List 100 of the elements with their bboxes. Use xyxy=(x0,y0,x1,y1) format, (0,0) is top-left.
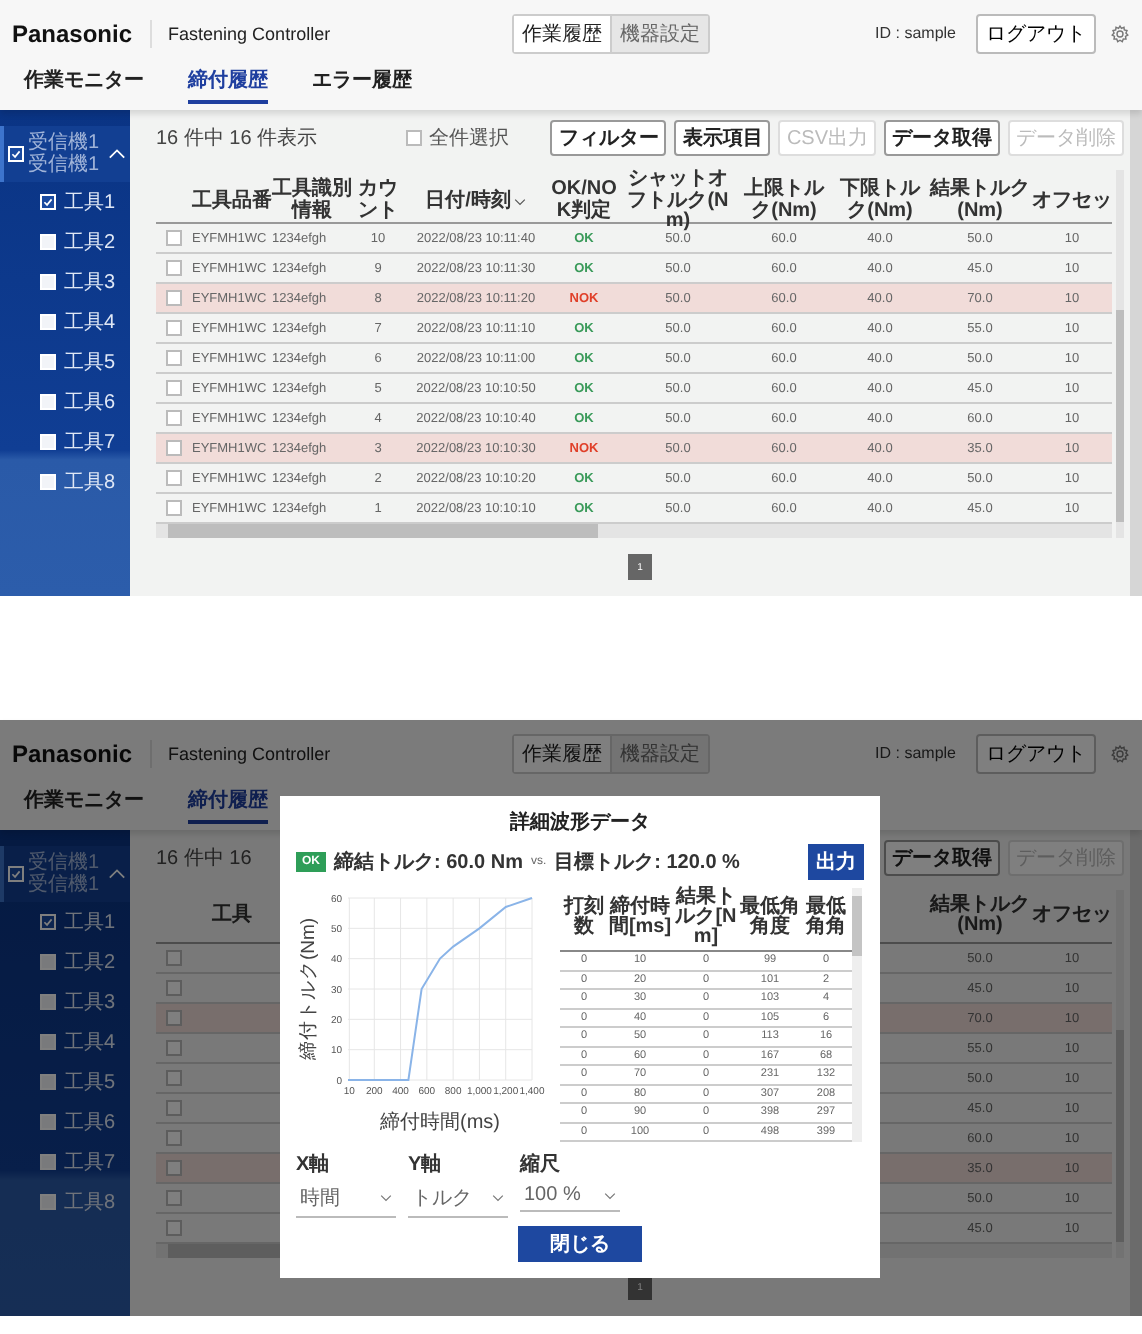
user-id: ID : sample xyxy=(875,744,956,762)
tool-label: 工具6 xyxy=(64,390,116,416)
toolbar-button[interactable]: 表示項目 xyxy=(674,120,771,156)
checkbox[interactable] xyxy=(166,980,182,996)
tab[interactable]: 締付履歴 xyxy=(188,786,268,824)
mode-button[interactable]: 作業履歴 xyxy=(514,15,613,51)
checkbox[interactable] xyxy=(166,1070,182,1086)
chevron-down-icon[interactable] xyxy=(514,197,527,206)
group-label: 受信機1 xyxy=(28,132,102,154)
scrollbar[interactable] xyxy=(1116,170,1124,538)
dropdown[interactable]: トルク xyxy=(408,1182,508,1218)
select-label: Y軸 xyxy=(408,1151,444,1178)
column-header[interactable]: オフセッ xyxy=(1032,905,1112,927)
dropdown[interactable]: 100 % xyxy=(520,1182,620,1212)
chevron-up-icon[interactable] xyxy=(108,148,126,160)
group-label: 受信機1 xyxy=(28,874,102,896)
logo: Panasonic xyxy=(12,19,153,47)
checkbox[interactable] xyxy=(166,1220,182,1236)
checkbox[interactable] xyxy=(166,470,182,486)
checkbox[interactable] xyxy=(166,950,182,966)
scrollbar[interactable] xyxy=(156,524,1112,538)
checkbox[interactable] xyxy=(166,380,182,396)
column-header[interactable]: 結果トルク(Nm) xyxy=(928,180,1032,223)
logo: Panasonic xyxy=(12,739,153,767)
column-header: 最低角角 xyxy=(803,898,848,938)
axis-label: 締付トルク(Nm) xyxy=(298,917,320,1061)
column-header[interactable]: 結果トルク(Nm) xyxy=(928,895,1032,937)
dialog-title: 詳細波形データ xyxy=(510,809,650,836)
checkbox[interactable] xyxy=(166,230,182,246)
checkbox[interactable] xyxy=(166,320,182,336)
tab[interactable]: エラー履歴 xyxy=(312,66,412,104)
tab[interactable]: 作業モニター xyxy=(24,66,144,104)
export-button[interactable]: 出力 xyxy=(808,844,864,880)
scrollbar[interactable] xyxy=(1130,110,1142,596)
toolbar-button[interactable]: データ取得 xyxy=(884,840,1000,876)
tab[interactable]: 締付履歴 xyxy=(188,66,268,104)
column-header[interactable]: オフセッ xyxy=(1032,191,1112,212)
column-header: 締付時間[ms] xyxy=(608,898,672,938)
checkbox[interactable] xyxy=(166,350,182,366)
column-header[interactable]: OK/NOK判定 xyxy=(548,180,620,223)
app-title: Fastening Controller xyxy=(168,743,333,763)
column-header: 打刻数 xyxy=(561,898,606,938)
checkbox[interactable] xyxy=(405,130,422,146)
checkbox[interactable] xyxy=(166,1160,182,1176)
tool-label: 工具1 xyxy=(64,910,116,936)
close-button[interactable]: 閉じる xyxy=(518,1226,642,1262)
checkbox[interactable] xyxy=(166,440,182,456)
tool-label: 工具6 xyxy=(64,1110,116,1136)
axis-label: 締付時間(ms) xyxy=(380,1112,500,1134)
checkbox[interactable] xyxy=(166,1100,182,1116)
chevron-down-icon xyxy=(380,1194,392,1202)
checkbox[interactable] xyxy=(166,500,182,516)
toolbar-button[interactable]: フィルター xyxy=(550,120,667,156)
checkbox[interactable] xyxy=(166,260,182,276)
tab[interactable]: 作業モニター xyxy=(24,786,144,824)
tool-label: 工具4 xyxy=(64,1030,116,1056)
checkbox[interactable] xyxy=(166,1190,182,1206)
select-label: 縮尺 xyxy=(520,1151,562,1178)
tool-label: 工具2 xyxy=(64,230,116,256)
dropdown[interactable]: 時間 xyxy=(296,1182,396,1218)
logout-button[interactable]: ログアウト xyxy=(976,733,1096,773)
tool-label: 工具3 xyxy=(64,990,116,1016)
chevron-up-icon[interactable] xyxy=(108,868,126,880)
checkbox[interactable] xyxy=(166,1130,182,1146)
checkbox[interactable] xyxy=(166,290,182,306)
tool-label: 工具8 xyxy=(64,470,116,496)
mode-button[interactable]: 作業履歴 xyxy=(514,735,613,771)
settings-icon[interactable] xyxy=(1110,23,1130,43)
column-header[interactable]: 工具品番 xyxy=(192,191,272,212)
app-title: Fastening Controller xyxy=(168,23,333,43)
column-header: 結果トルク[Nm] xyxy=(673,888,739,948)
logout-button[interactable]: ログアウト xyxy=(976,13,1096,53)
receiver-group[interactable]: 受信機1 受信機1 xyxy=(0,126,130,182)
select-all-label: 全件選択 xyxy=(429,126,510,152)
target-torque: 目標トルク: 120.0 % xyxy=(554,849,740,876)
tool-label: 工具2 xyxy=(64,950,116,976)
tool-label: 工具5 xyxy=(64,1070,116,1096)
result-torque: 締結トルク: 60.0 Nm xyxy=(334,848,523,876)
tool-label: 工具8 xyxy=(64,1190,116,1216)
scrollbar[interactable] xyxy=(852,888,862,1142)
column-header[interactable]: 上限トルク(Nm) xyxy=(736,180,832,223)
column-header[interactable]: 日付/時刻 xyxy=(425,191,511,212)
tool-label: 工具7 xyxy=(64,430,116,456)
checkbox[interactable] xyxy=(166,410,182,426)
tool-label: 工具3 xyxy=(64,270,116,296)
checkbox[interactable] xyxy=(166,1040,182,1056)
checkbox[interactable] xyxy=(166,1010,182,1026)
tool-label: 工具7 xyxy=(64,1150,116,1176)
settings-icon[interactable] xyxy=(1110,743,1130,763)
column-header[interactable]: 下限トルク(Nm) xyxy=(832,180,928,223)
user-id: ID : sample xyxy=(875,24,956,42)
column-header[interactable]: 工具識別情報 xyxy=(272,180,352,223)
toolbar-button[interactable]: データ取得 xyxy=(884,120,1000,156)
column-header[interactable]: カウント xyxy=(352,180,404,223)
tool-label: 工具4 xyxy=(64,310,116,336)
group-label: 受信機1 xyxy=(28,852,102,874)
scrollbar[interactable] xyxy=(1130,830,1142,1316)
column-header[interactable]: 工具 xyxy=(212,905,252,927)
chevron-down-icon xyxy=(492,1194,504,1202)
tool-label: 工具5 xyxy=(64,350,116,376)
